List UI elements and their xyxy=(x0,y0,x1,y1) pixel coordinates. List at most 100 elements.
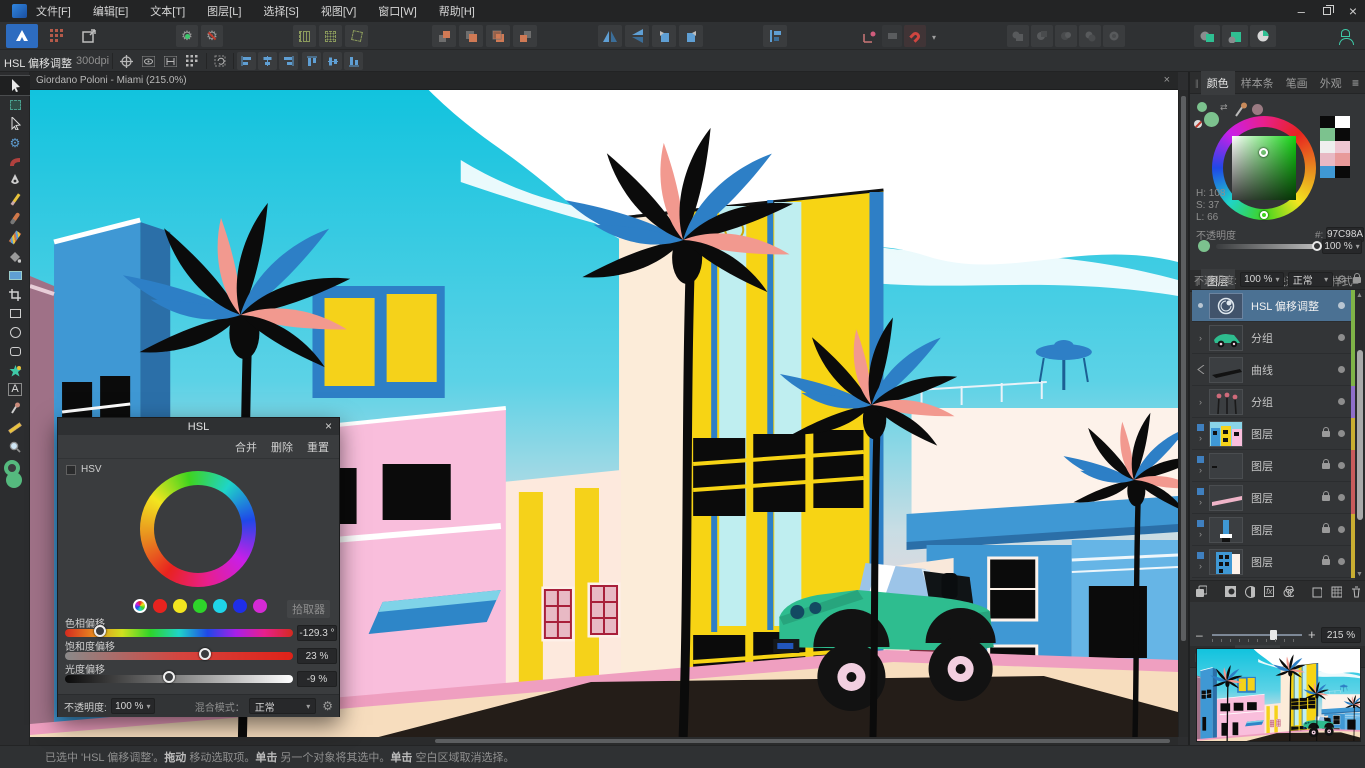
layer-visibility-toggle[interactable] xyxy=(1338,462,1345,469)
account-icon[interactable] xyxy=(1332,24,1358,48)
assistant-settings-icon[interactable]: ⚙ xyxy=(201,25,223,47)
color-panel-menu-icon[interactable]: ≡ xyxy=(1352,76,1359,90)
minimize-button[interactable]: – xyxy=(1298,4,1305,19)
layer-visibility-toggle[interactable] xyxy=(1338,494,1345,501)
no-fill-swatch[interactable] xyxy=(1194,120,1202,128)
stroke-color-swatch[interactable] xyxy=(1204,112,1219,127)
ellipse-tool[interactable] xyxy=(0,323,30,342)
layers-opacity-select[interactable]: 100 %▾ xyxy=(1240,272,1284,287)
layer-effects-icon[interactable]: fx xyxy=(1264,586,1274,597)
layer-lock-icon[interactable] xyxy=(1322,559,1330,565)
menu-view[interactable]: 视图[V] xyxy=(321,3,356,19)
layers-scrollbar-thumb[interactable] xyxy=(1357,350,1363,520)
hsl-dialog-titlebar[interactable]: HSL × xyxy=(58,418,339,435)
zoom-value[interactable]: 215 % xyxy=(1321,627,1361,643)
expand-chevron[interactable]: › xyxy=(1192,333,1209,343)
expand-chevron[interactable]: › xyxy=(1199,529,1202,539)
zoom-out-button[interactable]: – xyxy=(1196,628,1203,642)
yellow-channel-swatch[interactable] xyxy=(173,599,187,613)
snapping-dropdown-chevron[interactable]: ▾ xyxy=(932,33,936,42)
hsl-dialog[interactable]: HSL × 合并 删除 重置 HSV 拾取器 色相偏移 -129.3 ° 饱和度… xyxy=(57,417,340,717)
align-bottom-icon[interactable] xyxy=(344,52,363,70)
select-object-marquee-icon[interactable] xyxy=(293,25,316,47)
color-wheel[interactable] xyxy=(1212,116,1316,220)
hide-selection-icon[interactable] xyxy=(138,52,158,70)
menu-edit[interactable]: 编辑[E] xyxy=(93,3,128,19)
color-eyedropper-icon[interactable] xyxy=(1234,102,1250,118)
tab-appearance[interactable]: 外观 xyxy=(1314,71,1348,95)
align-top-icon[interactable] xyxy=(302,52,321,70)
designer-persona-button[interactable] xyxy=(6,24,38,48)
transform-origin-icon[interactable] xyxy=(857,25,881,47)
cyan-channel-swatch[interactable] xyxy=(213,599,227,613)
export-persona-button[interactable] xyxy=(76,24,102,48)
tab-stroke[interactable]: 笔画 xyxy=(1280,71,1314,95)
panel-opacity-thumb[interactable] xyxy=(1312,241,1322,251)
alignment-icon[interactable] xyxy=(763,25,787,47)
zoom-tool[interactable] xyxy=(0,437,30,456)
color-picker-tool[interactable] xyxy=(0,399,30,418)
expand-chevron[interactable]: › xyxy=(1192,397,1209,407)
layer-lock-icon[interactable] xyxy=(1322,463,1330,469)
layer-row-trunk[interactable]: › 图层 xyxy=(1192,514,1355,546)
menu-help[interactable]: 帮助[H] xyxy=(439,3,475,19)
panel-opacity-value[interactable]: 100 %▾ xyxy=(1322,239,1362,254)
swap-colors-icon[interactable]: ⇄ xyxy=(1220,102,1228,113)
expand-chevron[interactable]: › xyxy=(1199,497,1202,507)
luminosity-shift-slider[interactable] xyxy=(65,675,293,683)
color-square-picker[interactable] xyxy=(1259,148,1268,157)
restore-button[interactable] xyxy=(1323,7,1331,15)
zoom-slider[interactable] xyxy=(1212,634,1302,636)
cycle-selection-box-icon[interactable] xyxy=(210,52,230,70)
layer-row-road[interactable]: › 图层 xyxy=(1192,482,1355,514)
add-pixel-layer-icon[interactable] xyxy=(1331,586,1341,598)
close-window-button[interactable]: × xyxy=(1349,3,1357,19)
pixel-grid-icon[interactable] xyxy=(182,52,202,70)
magenta-channel-swatch[interactable] xyxy=(253,599,267,613)
layer-visibility-toggle[interactable] xyxy=(1338,334,1345,341)
move-to-front-icon[interactable] xyxy=(432,25,456,47)
insert-on-top-icon[interactable] xyxy=(1250,25,1276,47)
hue-shift-value[interactable]: -129.3 ° xyxy=(297,625,337,641)
blend-mode-select[interactable]: 正常▾ xyxy=(249,698,316,714)
menu-select[interactable]: 选择[S] xyxy=(263,3,298,19)
blue-channel-swatch[interactable] xyxy=(233,599,247,613)
vector-brush-tool[interactable] xyxy=(0,228,30,247)
rotate-ccw-icon[interactable] xyxy=(652,25,676,47)
edit-all-layers-icon[interactable] xyxy=(1195,585,1207,598)
hue-shift-slider[interactable] xyxy=(65,629,293,637)
transform-origin-toggle-icon[interactable] xyxy=(116,52,136,70)
panel-opacity-slider[interactable] xyxy=(1216,244,1318,249)
adjustment-icon[interactable] xyxy=(1245,586,1255,598)
align-center-icon[interactable] xyxy=(258,52,277,70)
expand-chevron[interactable]: › xyxy=(1199,561,1202,571)
hsl-delete-button[interactable]: 删除 xyxy=(271,439,293,455)
vertical-scrollbar-thumb[interactable] xyxy=(1181,96,1186,641)
shape-tool[interactable] xyxy=(0,361,30,380)
menu-layer[interactable]: 图层[L] xyxy=(207,3,241,19)
tab-swatches[interactable]: 样本条 xyxy=(1235,71,1280,95)
brush-tool[interactable] xyxy=(0,209,30,228)
live-filter-icon[interactable] xyxy=(1283,586,1294,597)
menu-window[interactable]: 窗口[W] xyxy=(378,3,417,19)
hue-ring-marker[interactable] xyxy=(1260,211,1268,219)
color-square[interactable] xyxy=(1232,136,1296,200)
document-tab-title[interactable]: Giordano Poloni - Miami (215.0%) xyxy=(36,75,187,86)
align-middle-icon[interactable] xyxy=(323,52,342,70)
layer-row-shape[interactable]: › 图层 xyxy=(1192,450,1355,482)
hsl-close-icon[interactable]: × xyxy=(325,419,332,433)
insert-inside-icon[interactable] xyxy=(1222,25,1248,47)
layer-lock-icon[interactable] xyxy=(1322,527,1330,533)
show-handles-icon[interactable] xyxy=(160,52,180,70)
vertical-scrollbar[interactable] xyxy=(1178,90,1188,737)
horizontal-scrollbar-thumb[interactable] xyxy=(435,739,1170,743)
tab-color[interactable]: 颜色 xyxy=(1201,71,1235,95)
pen-tool[interactable] xyxy=(0,171,30,190)
document-close-icon[interactable]: × xyxy=(1164,74,1170,86)
hsl-hue-wheel[interactable] xyxy=(140,471,256,587)
place-image-tool[interactable] xyxy=(0,266,30,285)
layer-visibility-toggle[interactable] xyxy=(1338,526,1345,533)
menu-file[interactable]: 文件[F] xyxy=(36,3,71,19)
add-layer-icon[interactable] xyxy=(1312,586,1322,598)
hue-shift-thumb[interactable] xyxy=(94,625,106,637)
